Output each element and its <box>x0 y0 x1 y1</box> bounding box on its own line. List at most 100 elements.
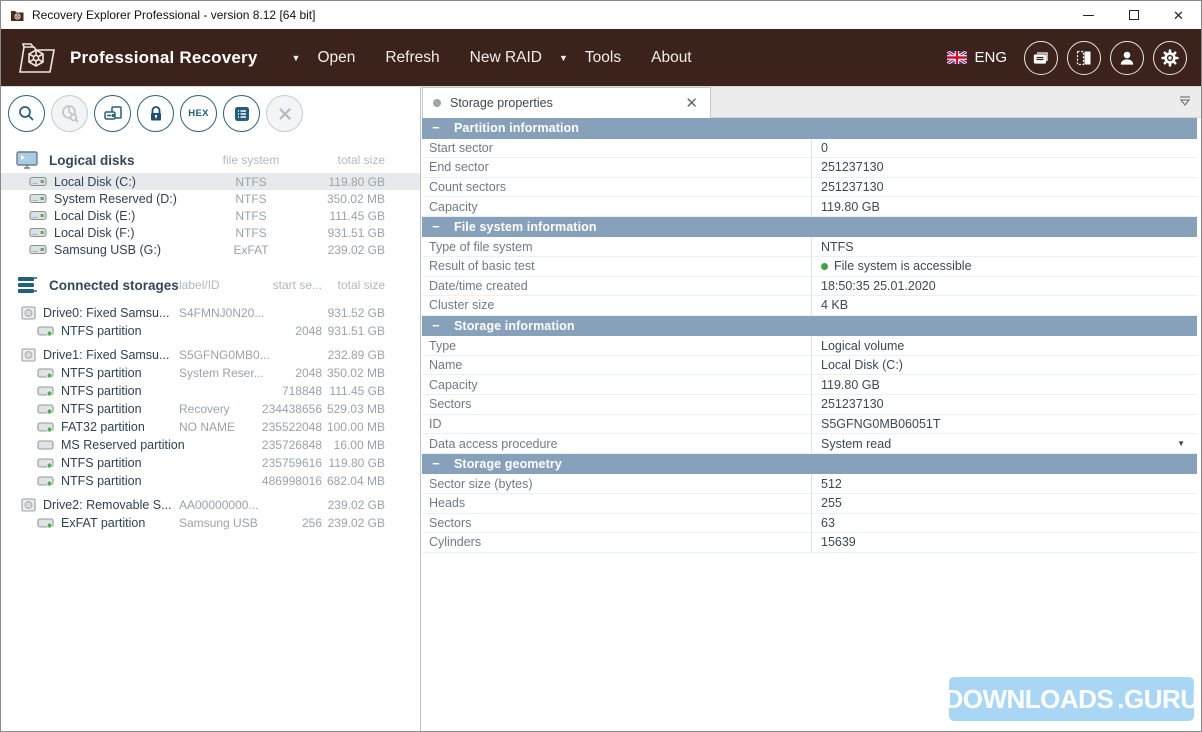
section-header[interactable]: −Partition information <box>422 118 1197 139</box>
downloads-guru-watermark[interactable]: DOWNLOADS .GURU <box>949 677 1194 721</box>
logical-disk-row[interactable]: Local Disk (F:)NTFS931.51 GB <box>1 224 420 241</box>
total-size-value: 232.89 GB <box>300 348 385 362</box>
menu-item-about[interactable]: About <box>636 41 707 75</box>
hex-viewer-button[interactable]: HEX <box>180 95 217 132</box>
storage-name: Drive0: Fixed Samsu... <box>43 306 169 320</box>
watermark-left-text: DOWNLOADS <box>944 684 1113 715</box>
storage-stack-icon <box>15 275 39 295</box>
storage-name: NTFS partition <box>61 474 142 488</box>
dropdown-caret-icon[interactable]: ▼ <box>1177 439 1185 448</box>
log-list-button[interactable] <box>223 95 260 132</box>
property-label: Name <box>422 356 812 375</box>
column-header-total-size2: total size <box>300 278 385 292</box>
property-row: End sector251237130 <box>422 158 1197 178</box>
property-label: End sector <box>422 158 812 177</box>
menu-item-tools[interactable]: Tools <box>570 41 636 75</box>
property-row: Heads255 <box>422 494 1197 514</box>
logical-disk-row[interactable]: Local Disk (C:)NTFS119.80 GB <box>1 173 420 190</box>
partition-row[interactable]: ExFAT partitionSamsung USB256239.02 GB <box>1 514 420 532</box>
drive-icon <box>21 306 36 320</box>
partition-row[interactable]: NTFS partition718848111.45 GB <box>1 382 420 400</box>
partition-row[interactable]: MS Reserved partition23572684816.00 MB <box>1 436 420 454</box>
partition-row[interactable]: NTFS partitionSystem Reser...2048350.02 … <box>1 364 420 382</box>
property-value: Local Disk (C:) <box>812 356 1197 375</box>
property-value: 251237130 <box>812 178 1197 197</box>
column-header-total-size: total size <box>300 153 385 167</box>
property-value[interactable]: System read▼ <box>812 434 1197 453</box>
brand-title: Professional Recovery <box>70 48 258 68</box>
partition-row[interactable]: NTFS partition486998016682.04 MB <box>1 472 420 490</box>
partition-icon <box>37 385 54 397</box>
scan-icon <box>59 103 80 124</box>
partition-row[interactable]: FAT32 partitionNO NAME235522048100.00 MB <box>1 418 420 436</box>
total-size-value: 119.80 GB <box>300 456 385 470</box>
logical-disks-title: Logical disks <box>49 153 135 168</box>
disk-icon <box>29 175 47 188</box>
settings-button[interactable] <box>1153 41 1187 75</box>
property-row: Type of file systemNTFS <box>422 237 1197 257</box>
partition-icon <box>37 421 54 433</box>
tab-list-dropdown-icon[interactable] <box>1177 94 1193 113</box>
partition-row[interactable]: NTFS partitionRecovery234438656529.03 MB <box>1 400 420 418</box>
section-header[interactable]: −Storage information <box>422 316 1197 337</box>
storage-name: FAT32 partition <box>61 420 145 434</box>
disk-name: Local Disk (E:) <box>54 209 135 223</box>
logical-disk-row[interactable]: System Reserved (D:)NTFS350.02 MB <box>1 190 420 207</box>
property-row: TypeLogical volume <box>422 336 1197 356</box>
partition-row[interactable]: NTFS partition235759616119.80 GB <box>1 454 420 472</box>
language-selector[interactable]: ENG <box>947 49 1007 66</box>
section-header[interactable]: −Storage geometry <box>422 454 1197 475</box>
storage-name: ExFAT partition <box>61 516 145 530</box>
menubar-right-cluster: ENG <box>947 41 1187 75</box>
disk-image-button[interactable] <box>94 95 131 132</box>
property-label: Type of file system <box>422 237 812 256</box>
new-raid-dropdown-caret-icon[interactable]: ▼ <box>557 53 570 63</box>
minimize-button[interactable] <box>1066 1 1111 29</box>
log-list-icon <box>232 104 252 124</box>
uk-flag-icon <box>947 51 967 64</box>
property-value: 15639 <box>812 533 1197 552</box>
property-label: Capacity <box>422 197 812 216</box>
close-button[interactable]: ✕ <box>1156 1 1201 29</box>
open-dropdown-caret-icon[interactable]: ▼ <box>290 53 303 63</box>
logical-disk-row[interactable]: Local Disk (E:)NTFS111.45 GB <box>1 207 420 224</box>
disk-icon <box>29 243 47 256</box>
logical-disk-row[interactable]: Samsung USB (G:)ExFAT239.02 GB <box>1 241 420 258</box>
layout-panels-button[interactable] <box>1067 41 1101 75</box>
drive-row[interactable]: Drive1: Fixed Samsu...S5GFNG0MB0...232.8… <box>1 346 420 364</box>
user-button[interactable] <box>1110 41 1144 75</box>
property-row: Sector size (bytes)512 <box>422 474 1197 494</box>
menu-item-open[interactable]: Open <box>302 41 370 75</box>
tab-close-icon[interactable]: ✕ <box>683 96 700 111</box>
tab-storage-properties[interactable]: Storage properties ✕ <box>422 87 711 118</box>
property-row: Sectors63 <box>422 514 1197 534</box>
total-size-value: 239.02 GB <box>300 243 385 257</box>
search-button[interactable] <box>8 95 45 132</box>
property-label: Sector size (bytes) <box>422 474 812 493</box>
property-row: Capacity119.80 GB <box>422 375 1197 395</box>
property-label: Cluster size <box>422 296 812 315</box>
section-title: Storage geometry <box>454 457 562 471</box>
lock-button[interactable] <box>137 95 174 132</box>
section-header[interactable]: −File system information <box>422 217 1197 238</box>
property-value: File system is accessible <box>812 257 1197 276</box>
file-system-value: NTFS <box>214 192 288 206</box>
property-row: Capacity119.80 GB <box>422 197 1197 217</box>
total-size-value: 16.00 MB <box>300 438 385 452</box>
menu-item-refresh[interactable]: Refresh <box>370 41 454 75</box>
scan-button <box>51 95 88 132</box>
property-label: Count sectors <box>422 178 812 197</box>
app-icon <box>10 8 25 23</box>
property-row: Cluster size4 KB <box>422 296 1197 316</box>
total-size-value: 119.80 GB <box>300 175 385 189</box>
drive-row[interactable]: Drive2: Removable S...AA00000000...239.0… <box>1 496 420 514</box>
menu-item-new-raid[interactable]: New RAID <box>455 41 557 75</box>
status-ok-dot-icon <box>821 263 828 270</box>
messages-button[interactable] <box>1024 41 1058 75</box>
drive-row[interactable]: Drive0: Fixed Samsu...S4FMNJ0N20...931.5… <box>1 304 420 322</box>
property-row: Date/time created18:50:35 25.01.2020 <box>422 277 1197 297</box>
collapse-icon: − <box>432 318 454 333</box>
language-label: ENG <box>974 49 1007 66</box>
maximize-button[interactable] <box>1111 1 1156 29</box>
partition-row[interactable]: NTFS partition2048931.51 GB <box>1 322 420 340</box>
